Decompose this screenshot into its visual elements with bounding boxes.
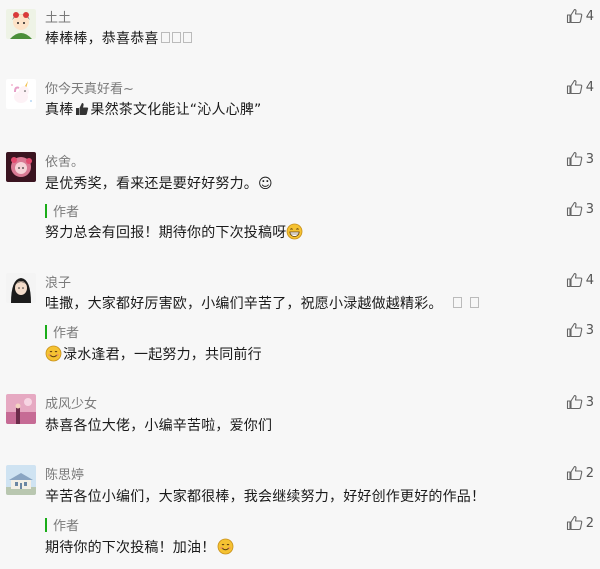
like-count: 4 — [585, 79, 594, 95]
thumb-up-icon — [566, 515, 583, 531]
thumb-up-icon — [566, 272, 583, 288]
reply-text-content: 渌水逢君，一起努力，共同前行 — [63, 347, 262, 363]
missing-glyph-icon — [452, 297, 462, 308]
thumb-up-icon — [566, 394, 583, 410]
comment-author-name[interactable]: 土土 — [45, 7, 71, 26]
reply-text-content: 努力总会有回报！期待你的下次投稿呀 — [45, 225, 287, 241]
avatar[interactable] — [6, 273, 36, 303]
like-count: 3 — [585, 201, 594, 217]
author-label-row: 作者 — [45, 201, 79, 220]
like-button[interactable]: 2 — [566, 465, 594, 481]
girl-portrait-avatar-icon — [6, 273, 36, 303]
like-button[interactable]: 4 — [566, 79, 594, 95]
comment-text: 是优秀奖，看来还是要好好努力。☺ — [45, 176, 273, 192]
like-button[interactable]: 4 — [566, 8, 594, 24]
smile-emoji-icon — [217, 538, 234, 555]
thumb-up-icon — [566, 201, 583, 217]
smile-emoji-icon — [45, 345, 62, 362]
author-label-row: 作者 — [45, 322, 79, 341]
comment-author-name[interactable]: 陈思婷 — [45, 464, 84, 483]
like-count: 3 — [585, 151, 594, 167]
like-count: 4 — [585, 8, 594, 24]
unicorn-avatar-icon — [6, 79, 36, 109]
comment-author-name[interactable]: 依舍。 — [45, 151, 84, 170]
avatar[interactable] — [6, 152, 36, 182]
pink-anime-avatar-icon — [6, 152, 36, 182]
like-button[interactable]: 4 — [566, 272, 594, 288]
author-label: 作者 — [53, 326, 80, 341]
pink-scene-avatar-icon — [6, 394, 36, 424]
like-button[interactable]: 3 — [566, 201, 594, 217]
cartoon-girl-avatar-icon — [6, 9, 36, 39]
comment-author-name[interactable]: 你今天真好看~ — [45, 78, 134, 97]
comment-text: 真棒 果然茶文化能让“沁人心脾” — [45, 99, 262, 119]
author-indicator-bar — [45, 203, 47, 218]
grin-emoji-icon — [286, 223, 303, 240]
thumb-up-icon — [566, 322, 583, 338]
comment-text: 棒棒棒，恭喜恭喜 — [45, 28, 192, 48]
building-avatar-icon — [6, 465, 36, 495]
like-count: 2 — [585, 465, 594, 481]
thumb-up-icon — [566, 465, 583, 481]
comment-text-after: 果然茶文化能让“沁人心脾” — [90, 102, 262, 118]
like-count: 3 — [585, 322, 594, 338]
comment-text: 恭喜各位大佬，小编辛苦啦，爱你们 — [45, 418, 273, 434]
missing-glyph-icon — [469, 297, 479, 308]
author-indicator-bar — [45, 324, 47, 339]
comment-author-name[interactable]: 浪子 — [45, 272, 71, 291]
reply-text: 努力总会有回报！期待你的下次投稿呀 — [45, 222, 303, 242]
comment-text-content: 哇撒，大家都好厉害欧，小编们辛苦了，祝愿小渌越做越精彩。 — [45, 296, 443, 312]
thumb-up-icon — [566, 151, 583, 167]
missing-glyph-icon — [160, 32, 170, 43]
author-indicator-bar — [45, 517, 47, 532]
reply-text-content: 期待你的下次投稿！加油！ — [45, 540, 216, 556]
comment-text-content: 棒棒棒，恭喜恭喜 — [45, 31, 159, 47]
like-button[interactable]: 2 — [566, 515, 594, 531]
thumb-up-icon — [566, 8, 583, 24]
comment-text: 辛苦各位小编们，大家都很棒，我会继续努力，好好创作更好的作品！ — [45, 489, 486, 505]
reply-text: 渌水逢君，一起努力，共同前行 — [45, 344, 262, 364]
author-label: 作者 — [53, 205, 80, 220]
like-count: 3 — [585, 394, 594, 410]
author-label: 作者 — [53, 519, 80, 534]
comment-text: 哇撒，大家都好厉害欧，小编们辛苦了，祝愿小渌越做越精彩。 — [45, 293, 479, 313]
comment-text-before: 真棒 — [45, 102, 74, 118]
missing-glyph-icon — [171, 32, 181, 43]
like-count: 4 — [585, 272, 594, 288]
missing-glyph-icon — [182, 32, 192, 43]
like-button[interactable]: 3 — [566, 322, 594, 338]
avatar[interactable] — [6, 394, 36, 424]
avatar[interactable] — [6, 9, 36, 39]
like-count: 2 — [585, 515, 594, 531]
thumbs-up-emoji-icon — [73, 100, 90, 117]
avatar[interactable] — [6, 79, 36, 109]
author-label-row: 作者 — [45, 515, 79, 534]
comment-author-name[interactable]: 成风少女 — [45, 393, 97, 412]
thumb-up-icon — [566, 79, 583, 95]
reply-text: 期待你的下次投稿！加油！ — [45, 537, 234, 557]
avatar[interactable] — [6, 465, 36, 495]
like-button[interactable]: 3 — [566, 151, 594, 167]
like-button[interactable]: 3 — [566, 394, 594, 410]
